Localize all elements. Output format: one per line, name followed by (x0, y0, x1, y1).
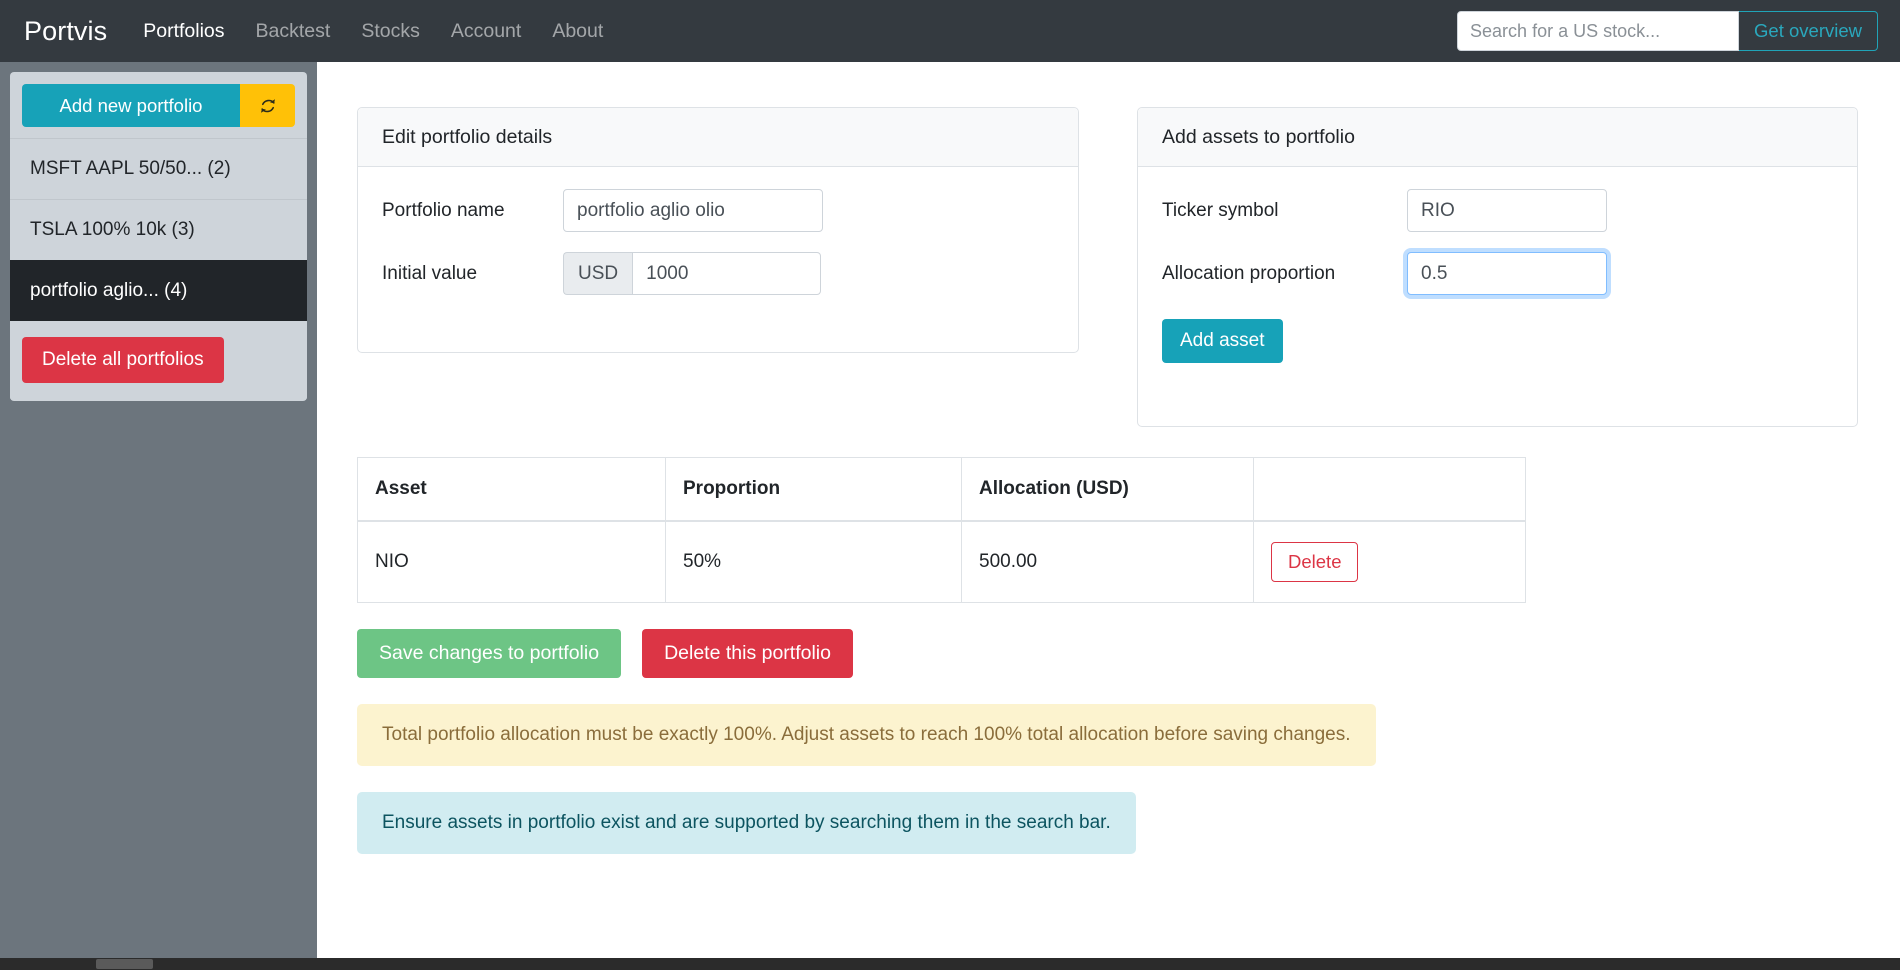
page-body: Add new portfolio MSFT AAPL 50/50... (2)… (0, 62, 1900, 970)
main-navigation: Portfolios Backtest Stocks Account About (143, 20, 603, 43)
cell-asset: NIO (357, 520, 666, 603)
ticker-symbol-row: Ticker symbol (1162, 189, 1833, 232)
initial-value-group: USD (563, 252, 822, 295)
cell-actions: Delete (1253, 520, 1526, 603)
portfolio-name-row: Portfolio name (382, 189, 1054, 232)
edit-portfolio-header: Edit portfolio details (358, 108, 1078, 167)
alerts-region: Total portfolio allocation must be exact… (317, 678, 1900, 854)
sidebar-item-portfolio-1[interactable]: MSFT AAPL 50/50... (2) (10, 138, 307, 199)
initial-value-label: Initial value (382, 262, 478, 284)
delete-portfolio-button[interactable]: Delete this portfolio (642, 629, 853, 678)
horizontal-scrollbar[interactable] (0, 958, 1900, 970)
currency-prefix: USD (563, 252, 633, 295)
sidebar-item-portfolio-2[interactable]: TSLA 100% 10k (3) (10, 199, 307, 260)
nav-link-portfolios[interactable]: Portfolios (143, 20, 224, 43)
cell-proportion: 50% (665, 520, 962, 603)
horizontal-scrollbar-thumb[interactable] (96, 959, 153, 969)
assets-table-body: NIO 50% 500.00 Delete (357, 520, 1526, 603)
allocation-warning-alert: Total portfolio allocation must be exact… (357, 704, 1376, 766)
portfolio-sidebar: Add new portfolio MSFT AAPL 50/50... (2)… (0, 62, 317, 970)
cell-allocation: 500.00 (961, 520, 1254, 603)
initial-value-row: Initial value USD (382, 252, 1054, 295)
asset-support-info-alert: Ensure assets in portfolio exist and are… (357, 792, 1136, 854)
navbar-search-group: Get overview (1457, 11, 1878, 51)
add-assets-card: Add assets to portfolio Ticker symbol Al… (1137, 107, 1858, 427)
sidebar-action-group: Add new portfolio (10, 72, 307, 138)
forms-row: Edit portfolio details Portfolio name In… (317, 62, 1900, 427)
stock-search-input[interactable] (1457, 11, 1740, 51)
portfolio-list-card: Add new portfolio MSFT AAPL 50/50... (2)… (10, 72, 307, 401)
table-header-row: Asset Proportion Allocation (USD) (357, 457, 1526, 522)
get-overview-button[interactable]: Get overview (1739, 11, 1878, 51)
add-asset-button[interactable]: Add asset (1162, 319, 1283, 363)
refresh-portfolios-button[interactable] (240, 84, 295, 127)
portfolio-name-input[interactable] (563, 189, 823, 232)
top-navbar: Portvis Portfolios Backtest Stocks Accou… (0, 0, 1900, 62)
delete-asset-button[interactable]: Delete (1271, 542, 1359, 582)
add-assets-header: Add assets to portfolio (1138, 108, 1857, 167)
ticker-symbol-input[interactable] (1407, 189, 1607, 232)
portfolio-name-label: Portfolio name (382, 199, 505, 221)
allocation-proportion-label: Allocation proportion (1162, 262, 1336, 284)
nav-link-account[interactable]: Account (451, 20, 521, 43)
ticker-symbol-label: Ticker symbol (1162, 199, 1279, 221)
initial-value-input[interactable] (632, 252, 822, 295)
assets-table: Asset Proportion Allocation (USD) NIO 50… (357, 457, 1526, 603)
allocation-proportion-input[interactable] (1407, 252, 1607, 295)
allocation-proportion-row: Allocation proportion (1162, 252, 1833, 295)
table-row: NIO 50% 500.00 Delete (357, 520, 1526, 603)
brand-logo[interactable]: Portvis (24, 17, 107, 45)
add-assets-body: Ticker symbol Allocation proportion Add … (1138, 167, 1857, 383)
column-header-asset: Asset (357, 457, 666, 522)
sidebar-item-portfolio-3[interactable]: portfolio aglio... (4) (10, 260, 307, 321)
nav-link-about[interactable]: About (552, 20, 603, 43)
column-header-allocation: Allocation (USD) (961, 457, 1254, 522)
edit-portfolio-body: Portfolio name Initial value USD (358, 167, 1078, 315)
assets-table-wrapper: Asset Proportion Allocation (USD) NIO 50… (317, 427, 1900, 603)
nav-link-stocks[interactable]: Stocks (361, 20, 420, 43)
refresh-icon (260, 98, 275, 113)
nav-link-backtest[interactable]: Backtest (256, 20, 331, 43)
sidebar-footer: Delete all portfolios (10, 321, 307, 399)
save-changes-button[interactable]: Save changes to portfolio (357, 629, 622, 678)
portfolio-actions: Save changes to portfolio Delete this po… (317, 603, 1900, 678)
delete-all-portfolios-button[interactable]: Delete all portfolios (22, 337, 224, 383)
assets-table-head: Asset Proportion Allocation (USD) (357, 457, 1526, 522)
add-asset-row: Add asset (1162, 315, 1833, 363)
main-content: Edit portfolio details Portfolio name In… (317, 62, 1900, 970)
edit-portfolio-card: Edit portfolio details Portfolio name In… (357, 107, 1079, 353)
column-header-actions (1253, 457, 1526, 522)
column-header-proportion: Proportion (665, 457, 962, 522)
add-new-portfolio-button[interactable]: Add new portfolio (22, 84, 240, 127)
